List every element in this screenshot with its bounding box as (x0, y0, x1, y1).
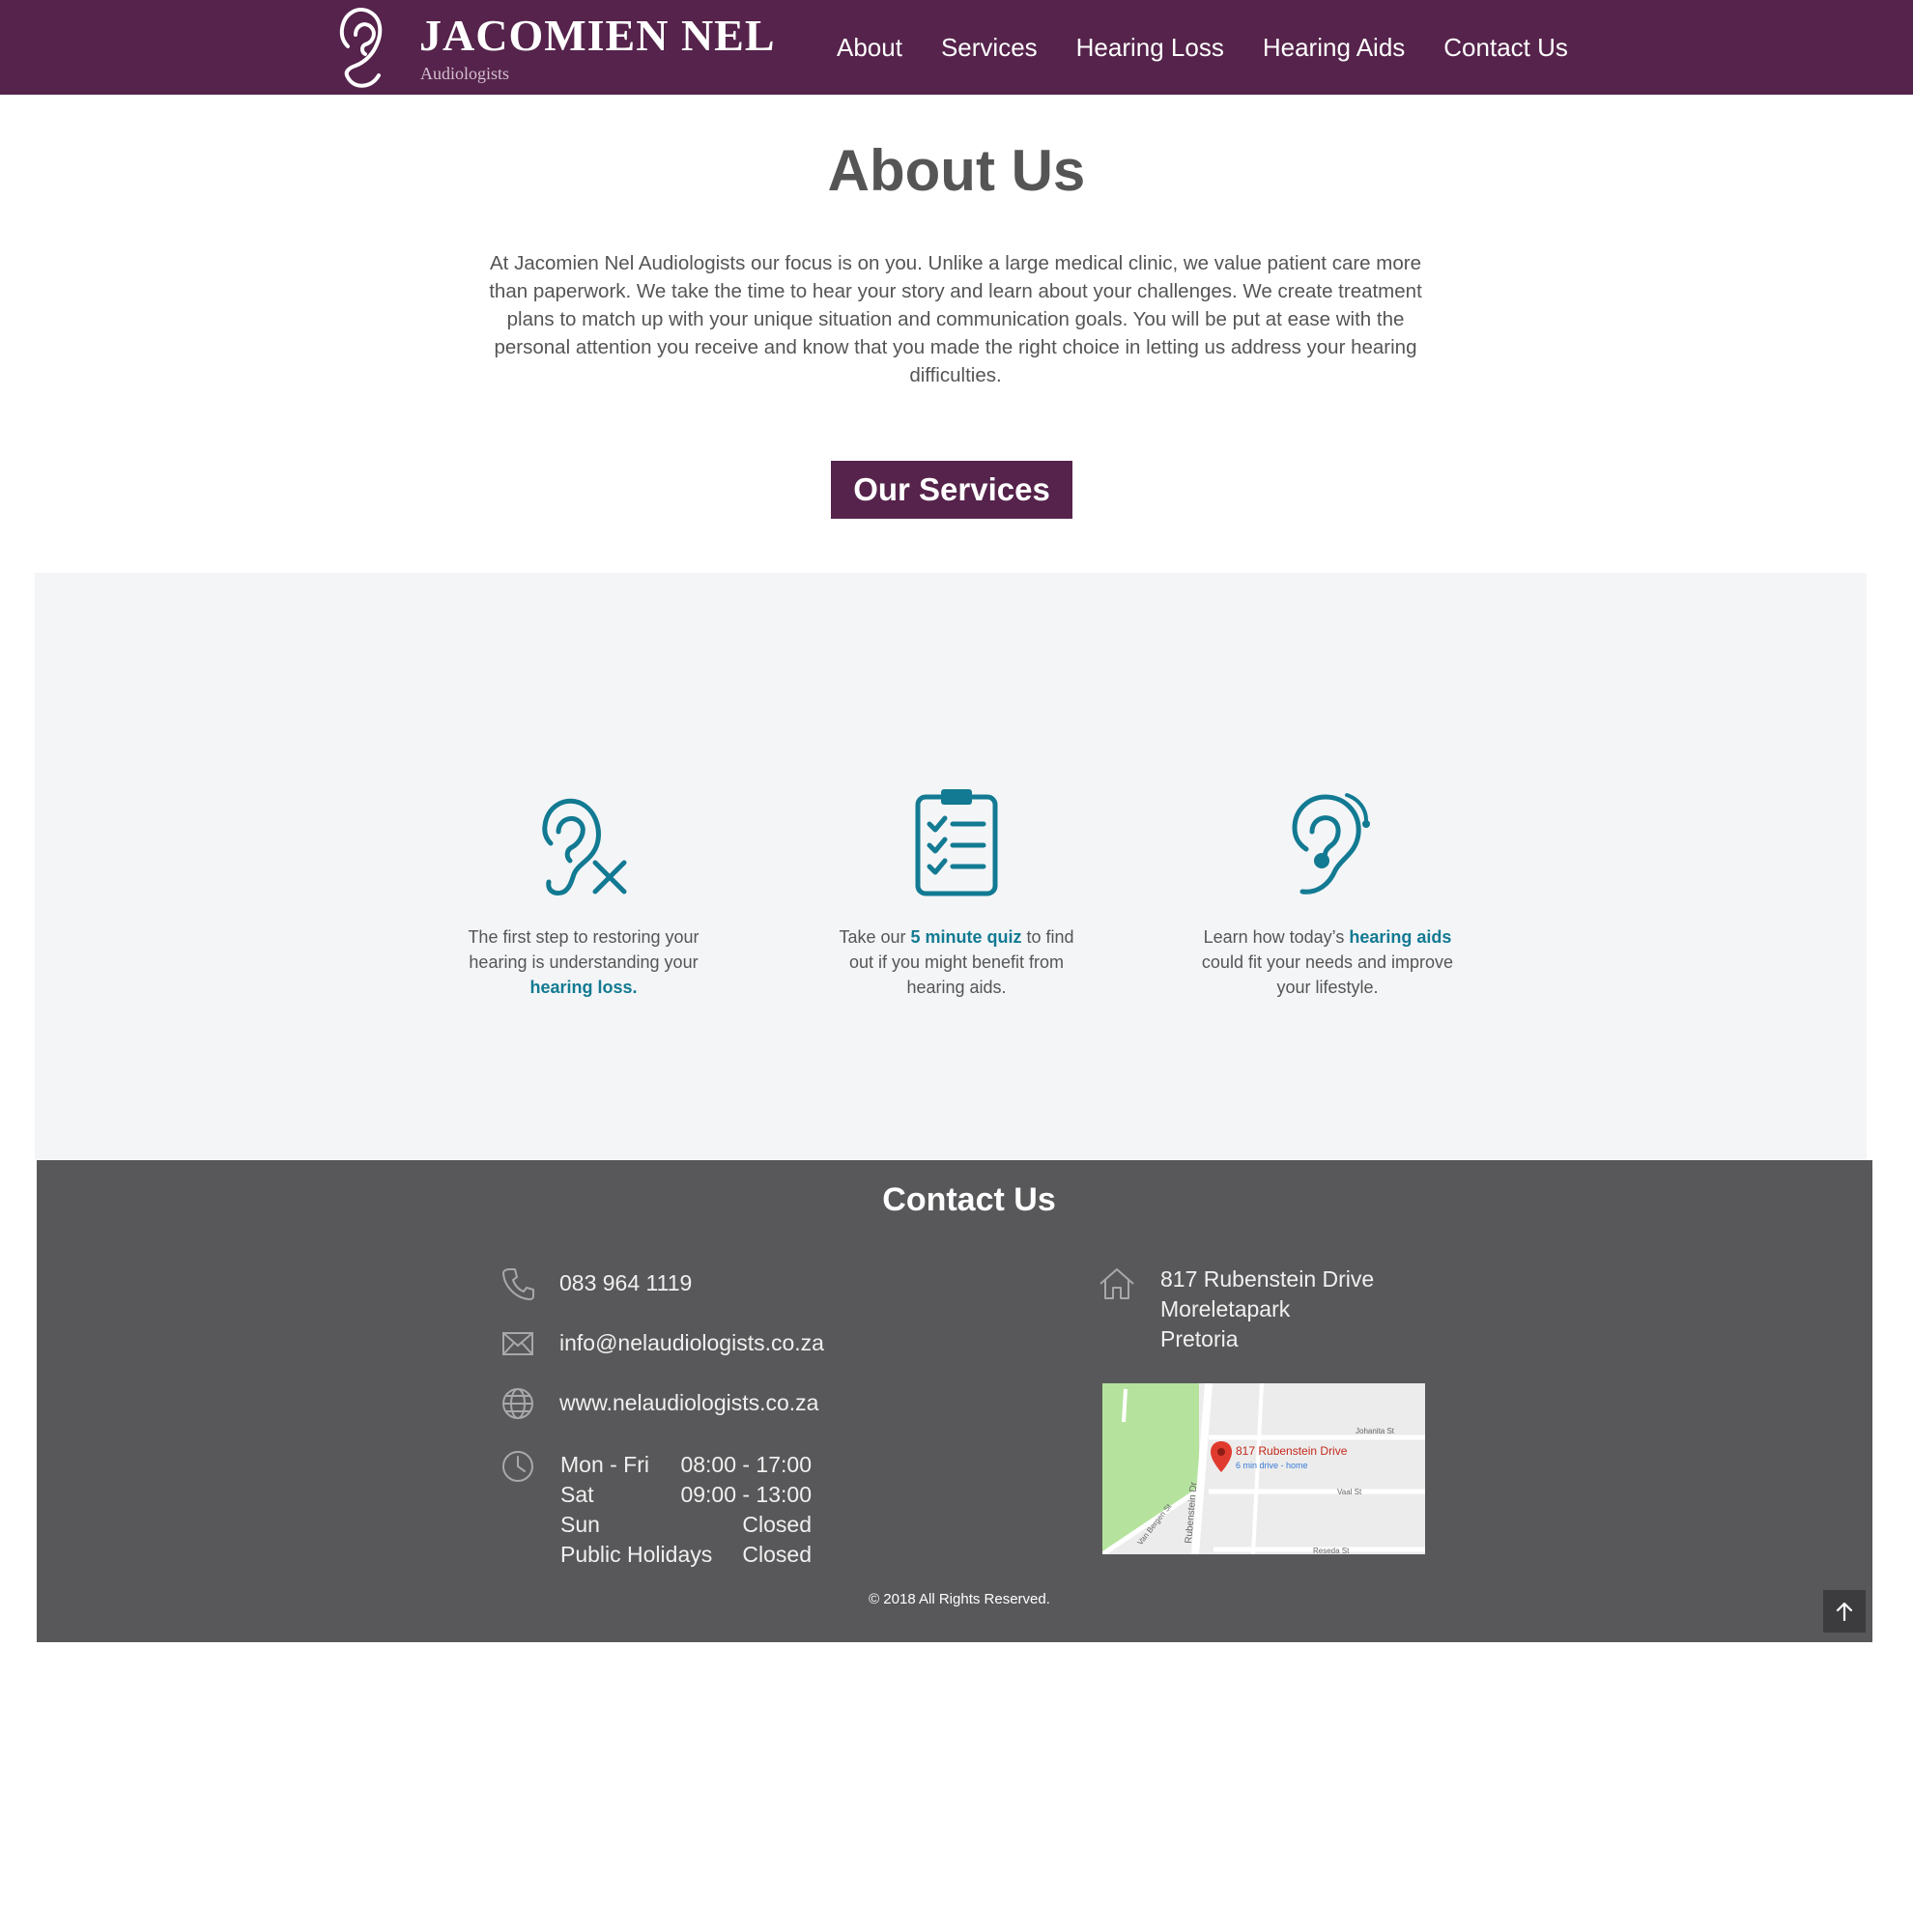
clipboard-checklist-icon (915, 789, 998, 896)
hearing-loss-link[interactable]: hearing loss. (529, 978, 637, 997)
service-hearing-loss-text: The first step to restoring your hearing… (468, 927, 700, 997)
map-street-label: Vaal St (1337, 1488, 1362, 1496)
phone-number[interactable]: 083 964 1119 (559, 1270, 692, 1296)
nav-services[interactable]: Services (941, 33, 1038, 63)
map-street-label: Reseda St (1313, 1547, 1350, 1554)
address-line: Moreletapark (1160, 1296, 1291, 1321)
hearing-aid-ear-icon (1292, 793, 1370, 895)
service-quiz: Take our 5 minute quiz to find out if yo… (826, 785, 1087, 1000)
address-line: Pretoria (1160, 1326, 1239, 1351)
hearing-aids-link[interactable]: hearing aids (1349, 927, 1451, 947)
nav-hearing-aids[interactable]: Hearing Aids (1263, 33, 1405, 63)
site-header: JACOMIEN NEL Audiologists About Services… (0, 0, 1913, 95)
nav-about[interactable]: About (837, 33, 902, 63)
address-line: 817 Rubenstein Drive (1160, 1266, 1375, 1292)
services-heading: Our Services (831, 461, 1072, 519)
services-panel: The first step to restoring your hearing… (35, 573, 1867, 1160)
phone-icon (502, 1268, 534, 1300)
logo-link[interactable]: JACOMIEN NEL Audiologists (336, 6, 775, 91)
email-link[interactable]: info@nelaudiologists.co.za (559, 1330, 824, 1356)
map-pin-label: 817 Rubenstein Drive (1236, 1444, 1348, 1458)
address: 817 Rubenstein Drive Moreletapark Pretor… (1160, 1264, 1374, 1354)
about-text: At Jacomien Nel Audiologists our focus i… (489, 252, 1422, 386)
arrow-up-icon (1836, 1602, 1853, 1622)
nav-hearing-loss[interactable]: Hearing Loss (1076, 33, 1224, 63)
location-map[interactable]: 817 Rubenstein Drive 6 min drive - home … (1102, 1383, 1425, 1554)
opening-hours: Mon - Fri 08:00 - 17:00 Sat 09:00 - 13:00 … (560, 1450, 812, 1570)
service-hearing-aids: Learn how today’s hearing aids could fit… (1197, 785, 1458, 1000)
home-icon (1099, 1268, 1134, 1299)
quiz-link[interactable]: 5 minute quiz (910, 927, 1021, 947)
brand-subtitle: Audiologists (420, 64, 510, 83)
map-street-label: Johanita St (1356, 1427, 1395, 1435)
map-graphic: 817 Rubenstein Drive 6 min drive - home … (1102, 1383, 1425, 1554)
hours-row: Sun Closed (560, 1512, 812, 1537)
about-title: About Us (827, 138, 1086, 203)
clock-icon (502, 1451, 533, 1482)
service-hearing-aids-text: Learn how today’s hearing aids could fit… (1201, 927, 1454, 997)
brand-name: JACOMIEN NEL (419, 11, 776, 60)
hours-row: Public Holidays Closed (560, 1542, 812, 1567)
main-nav: About Services Hearing Loss Hearing Aids… (817, 0, 1587, 95)
website-link[interactable]: www.nelaudiologists.co.za (559, 1390, 818, 1416)
hours-row: Mon - Fri 08:00 - 17:00 (560, 1452, 812, 1477)
envelope-icon (502, 1332, 533, 1355)
ear-logo-icon (339, 8, 383, 88)
service-quiz-text: Take our 5 minute quiz to find out if yo… (839, 927, 1074, 997)
contact-title: Contact Us (882, 1181, 1056, 1218)
contact-footer: Contact Us 083 964 1119 info@nelaudiolog… (37, 1160, 1872, 1642)
nav-contact-us[interactable]: Contact Us (1443, 33, 1568, 63)
globe-icon (502, 1388, 533, 1419)
service-hearing-loss: The first step to restoring your hearing… (453, 785, 714, 1000)
copyright: © 2018 All Rights Reserved. (869, 1591, 1050, 1607)
hours-row: Sat 09:00 - 13:00 (560, 1482, 812, 1507)
back-to-top-button[interactable] (1823, 1590, 1866, 1633)
ear-cross-icon (542, 798, 627, 896)
map-pin-sub: 6 min drive - home (1236, 1461, 1308, 1470)
